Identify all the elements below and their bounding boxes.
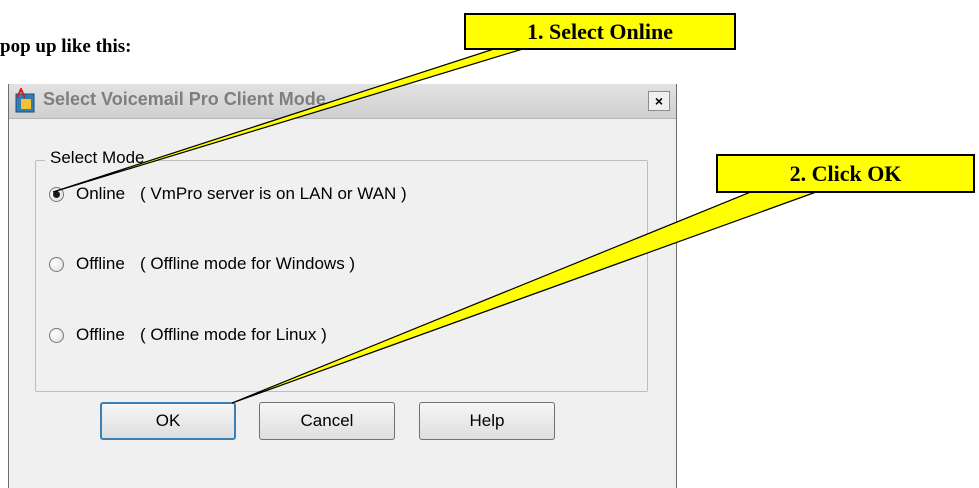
option-description: ( Offline mode for Windows )	[140, 254, 356, 273]
close-icon: ×	[654, 93, 664, 109]
close-button[interactable]: ×	[648, 91, 670, 111]
dialog-title: Select Voicemail Pro Client Mode	[43, 89, 326, 109]
cancel-button[interactable]: Cancel	[259, 402, 395, 440]
option-offline-windows[interactable]: Offline ( Offline mode for Windows )	[49, 254, 355, 274]
help-button[interactable]: Help	[419, 402, 555, 440]
option-description: ( VmPro server is on LAN or WAN )	[140, 184, 407, 203]
option-description: ( Offline mode for Linux )	[140, 325, 327, 344]
ok-button[interactable]: OK	[100, 402, 236, 440]
intro-text: pop up like this:	[0, 36, 132, 57]
dialog-titlebar: Select Voicemail Pro Client Mode ×	[9, 84, 676, 119]
option-mode-label: Offline	[76, 254, 125, 273]
radio-button-icon[interactable]	[49, 256, 64, 272]
voicemail-pro-app-icon	[13, 86, 39, 114]
callout-select-online: 1. Select Online	[464, 13, 736, 50]
select-mode-dialog: Select Voicemail Pro Client Mode × Selec…	[8, 84, 677, 488]
option-mode-label: Offline	[76, 325, 125, 344]
option-mode-label: Online	[76, 184, 126, 203]
option-online[interactable]: Online ( VmPro server is on LAN or WAN )	[49, 184, 407, 204]
radio-button-icon[interactable]	[49, 186, 64, 202]
callout-click-ok: 2. Click OK	[716, 154, 975, 193]
radio-button-icon[interactable]	[49, 327, 64, 343]
groupbox-label: Select Mode	[45, 148, 150, 168]
option-offline-linux[interactable]: Offline ( Offline mode for Linux )	[49, 325, 327, 345]
